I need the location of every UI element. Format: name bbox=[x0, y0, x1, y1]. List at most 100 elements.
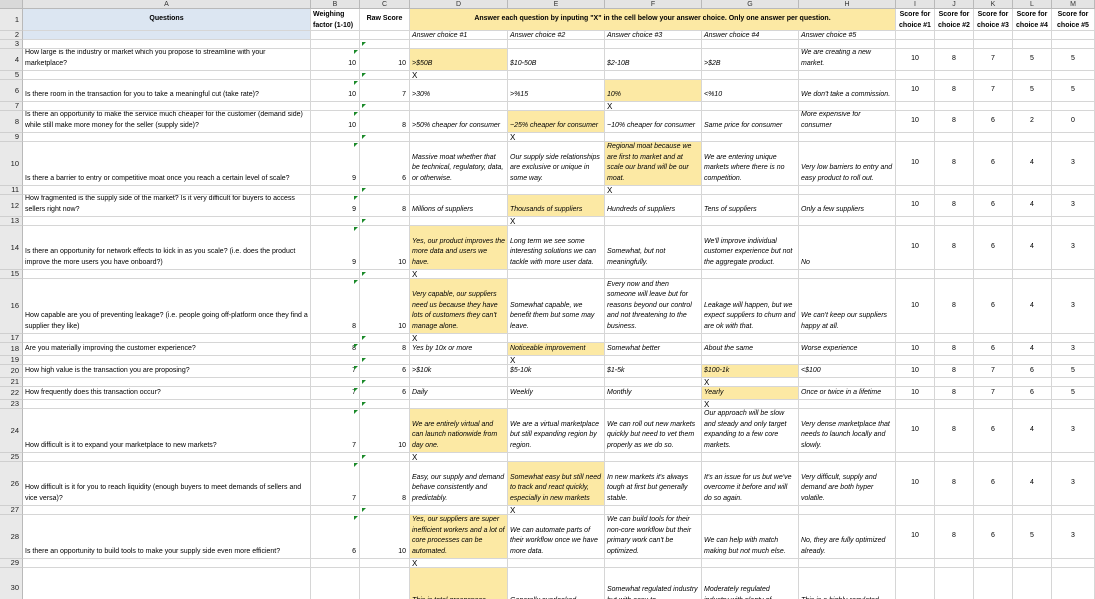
score-cell[interactable]: 10 bbox=[896, 80, 935, 102]
answer-choice-cell[interactable]: Very capable, our suppliers need us beca… bbox=[410, 279, 508, 334]
input-cell[interactable] bbox=[605, 356, 702, 365]
answer-choice-cell[interactable]: Moderately regulated industry with plent… bbox=[702, 568, 799, 599]
selected-x-mark[interactable]: X bbox=[508, 217, 605, 226]
row3-cell[interactable] bbox=[605, 40, 702, 49]
input-cell[interactable] bbox=[508, 378, 605, 387]
raw-score-cell[interactable]: 10 bbox=[360, 49, 410, 71]
input-cell[interactable] bbox=[1052, 334, 1095, 343]
score-cell[interactable]: 6 bbox=[974, 279, 1013, 334]
weight-cell[interactable]: 7 bbox=[311, 409, 360, 453]
input-cell[interactable] bbox=[23, 400, 311, 409]
row-header-13[interactable]: 13 bbox=[0, 217, 23, 226]
input-cell[interactable] bbox=[1052, 400, 1095, 409]
answer-choice-cell[interactable]: It's an issue for us but we've overcome … bbox=[702, 462, 799, 506]
answer-choice-cell[interactable]: Worse experience bbox=[799, 343, 896, 356]
input-cell[interactable] bbox=[311, 506, 360, 515]
questions-header[interactable]: Questions bbox=[23, 9, 311, 31]
score-cell[interactable]: 10 bbox=[896, 462, 935, 506]
row3-cell[interactable] bbox=[360, 40, 410, 49]
input-cell[interactable] bbox=[974, 133, 1013, 142]
input-cell[interactable] bbox=[935, 559, 974, 568]
input-cell[interactable] bbox=[23, 356, 311, 365]
weight-cell[interactable]: 9 bbox=[311, 195, 360, 217]
score-cell[interactable]: 7 bbox=[974, 49, 1013, 71]
input-cell[interactable] bbox=[1013, 71, 1052, 80]
answer-choice-cell[interactable]: Noticeable improvement bbox=[508, 343, 605, 356]
score-cell[interactable]: 2 bbox=[1013, 111, 1052, 133]
weight-cell[interactable] bbox=[311, 568, 360, 599]
row2-score-2[interactable] bbox=[935, 31, 974, 40]
weight-cell[interactable]: 7 bbox=[311, 365, 360, 378]
input-cell[interactable] bbox=[311, 334, 360, 343]
input-cell[interactable] bbox=[799, 102, 896, 111]
row2-c[interactable] bbox=[360, 31, 410, 40]
input-cell[interactable] bbox=[605, 559, 702, 568]
input-cell[interactable] bbox=[799, 217, 896, 226]
score-cell[interactable]: 4 bbox=[1013, 226, 1052, 270]
score-cell[interactable]: 6 bbox=[974, 409, 1013, 453]
score-cell[interactable] bbox=[974, 568, 1013, 599]
score-cell[interactable]: 8 bbox=[935, 462, 974, 506]
column-header-g[interactable]: G bbox=[702, 0, 799, 9]
question-cell[interactable]: Is there a barrier to entry or competiti… bbox=[23, 142, 311, 186]
row3-cell[interactable] bbox=[935, 40, 974, 49]
row3-cell[interactable] bbox=[23, 40, 311, 49]
input-cell[interactable] bbox=[702, 559, 799, 568]
input-cell[interactable] bbox=[702, 270, 799, 279]
input-cell[interactable] bbox=[410, 506, 508, 515]
score-cell[interactable]: 10 bbox=[896, 409, 935, 453]
input-cell[interactable] bbox=[974, 71, 1013, 80]
row-header-23[interactable]: 23 bbox=[0, 400, 23, 409]
answer-choice-cell[interactable]: Yes by 10x or more bbox=[410, 343, 508, 356]
weight-cell[interactable]: 7 bbox=[311, 462, 360, 506]
score-cell[interactable]: 5 bbox=[1052, 387, 1095, 400]
input-cell[interactable] bbox=[410, 133, 508, 142]
input-cell[interactable] bbox=[410, 102, 508, 111]
input-cell[interactable] bbox=[1052, 506, 1095, 515]
column-header-k[interactable]: K bbox=[974, 0, 1013, 9]
score-cell[interactable] bbox=[1052, 568, 1095, 599]
row-header-12[interactable]: 12 bbox=[0, 195, 23, 217]
input-cell[interactable] bbox=[311, 71, 360, 80]
answer-choice-cell[interactable]: Massive moat whether that be technical, … bbox=[410, 142, 508, 186]
score-cell[interactable]: 3 bbox=[1052, 409, 1095, 453]
score-cell[interactable] bbox=[1013, 568, 1052, 599]
input-cell[interactable] bbox=[896, 334, 935, 343]
answer-choice-cell[interactable]: $10-50B bbox=[508, 49, 605, 71]
input-cell[interactable] bbox=[1013, 378, 1052, 387]
column-header-b[interactable]: B bbox=[311, 0, 360, 9]
answer-choice-cell[interactable]: Somewhat, but not meaningfully. bbox=[605, 226, 702, 270]
raw-score-header[interactable]: Raw Score bbox=[360, 9, 410, 31]
row-header-8[interactable]: 8 bbox=[0, 111, 23, 133]
input-cell[interactable] bbox=[311, 217, 360, 226]
column-header-i[interactable]: I bbox=[896, 0, 935, 9]
answer-choice-cell[interactable]: Our approach will be slow and steady and… bbox=[702, 409, 799, 453]
row-header-7[interactable]: 7 bbox=[0, 102, 23, 111]
row2-score-3[interactable] bbox=[974, 31, 1013, 40]
input-cell[interactable] bbox=[23, 270, 311, 279]
answer-choice-cell[interactable]: Generally overlooked bbox=[508, 568, 605, 599]
input-cell[interactable] bbox=[410, 356, 508, 365]
column-header-a[interactable]: A bbox=[23, 0, 311, 9]
input-cell[interactable] bbox=[974, 334, 1013, 343]
question-cell[interactable]: How fragmented is the supply side of the… bbox=[23, 195, 311, 217]
answer-choice-cell[interactable]: We don't take a commission. bbox=[799, 80, 896, 102]
answer-choice-cell[interactable]: Weekly bbox=[508, 387, 605, 400]
score-cell[interactable]: 3 bbox=[1052, 226, 1095, 270]
score-cell[interactable]: 5 bbox=[1013, 515, 1052, 559]
score-header-4[interactable]: Score for choice #4 bbox=[1013, 9, 1052, 31]
input-cell[interactable] bbox=[1013, 559, 1052, 568]
input-cell[interactable] bbox=[935, 356, 974, 365]
question-cell[interactable] bbox=[23, 568, 311, 599]
input-cell[interactable] bbox=[360, 356, 410, 365]
input-cell[interactable] bbox=[974, 102, 1013, 111]
input-cell[interactable] bbox=[799, 559, 896, 568]
input-cell[interactable] bbox=[360, 334, 410, 343]
row-header-19[interactable]: 19 bbox=[0, 356, 23, 365]
input-cell[interactable] bbox=[311, 102, 360, 111]
input-cell[interactable] bbox=[935, 506, 974, 515]
row3-cell[interactable] bbox=[1052, 40, 1095, 49]
input-cell[interactable] bbox=[1013, 133, 1052, 142]
answer-choice-cell[interactable]: Very difficult, supply and demand are bo… bbox=[799, 462, 896, 506]
input-cell[interactable] bbox=[311, 270, 360, 279]
